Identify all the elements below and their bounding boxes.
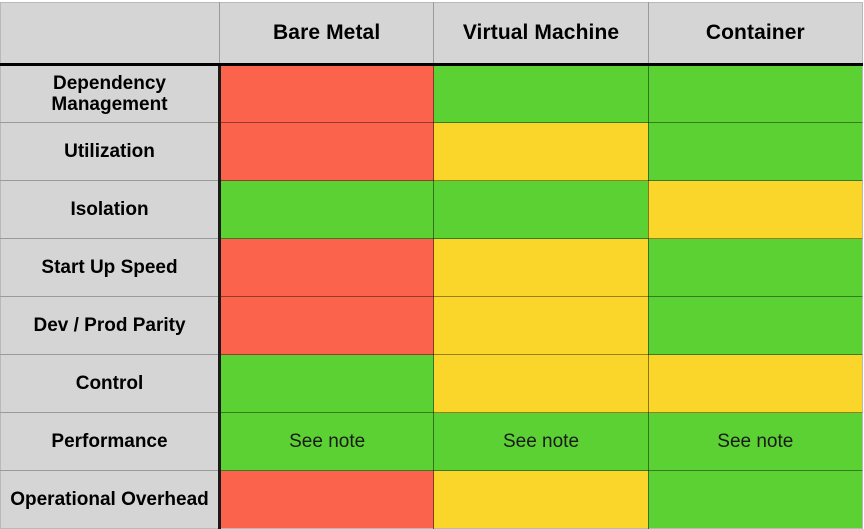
cell-isolation-container <box>648 180 863 239</box>
cell-dev-prod-parity-virtual-machine <box>433 296 649 355</box>
cell-utilization-bare-metal <box>219 122 435 181</box>
cell-control-virtual-machine <box>433 354 649 413</box>
cell-text: See note <box>289 430 366 452</box>
cell-start-up-speed-virtual-machine <box>433 238 649 297</box>
row-label-utilization: Utilization <box>0 122 221 181</box>
column-header-container: Container <box>648 2 863 66</box>
table-row: Isolation <box>0 180 863 239</box>
table-row: Dev / Prod Parity <box>0 296 863 355</box>
cell-performance-bare-metal: See note <box>219 412 435 471</box>
cell-dependency-management-virtual-machine <box>433 64 649 123</box>
cell-performance-container: See note <box>648 412 863 471</box>
table-row: Control <box>0 354 863 413</box>
cell-dependency-management-container <box>648 64 863 123</box>
table-row: Performance See note See note See note <box>0 412 863 471</box>
row-label-control: Control <box>0 354 221 413</box>
cell-dependency-management-bare-metal <box>219 64 435 123</box>
cell-operational-overhead-bare-metal <box>219 470 435 529</box>
comparison-table: Bare Metal Virtual Machine Container Dep… <box>0 2 863 529</box>
cell-operational-overhead-container <box>648 470 863 529</box>
column-header-virtual-machine: Virtual Machine <box>433 2 649 66</box>
row-label-operational-overhead: Operational Overhead <box>0 470 221 529</box>
cell-start-up-speed-bare-metal <box>219 238 435 297</box>
cell-performance-virtual-machine: See note <box>433 412 649 471</box>
table-row: Utilization <box>0 122 863 181</box>
comparison-matrix: Bare Metal Virtual Machine Container Dep… <box>0 2 863 529</box>
cell-control-container <box>648 354 863 413</box>
table-row: Dependency Management <box>0 64 863 123</box>
cell-utilization-container <box>648 122 863 181</box>
cell-start-up-speed-container <box>648 238 863 297</box>
table-row: Start Up Speed <box>0 238 863 297</box>
cell-text: See note <box>502 430 580 452</box>
cell-dev-prod-parity-bare-metal <box>219 296 435 355</box>
row-label-dev-prod-parity: Dev / Prod Parity <box>0 296 221 355</box>
column-header-bare-metal: Bare Metal <box>219 2 435 66</box>
row-label-isolation: Isolation <box>0 180 221 239</box>
cell-utilization-virtual-machine <box>433 122 649 181</box>
cell-isolation-bare-metal <box>219 180 435 239</box>
cell-text: See note <box>717 430 794 452</box>
row-label-start-up-speed: Start Up Speed <box>0 238 221 297</box>
cell-dev-prod-parity-container <box>648 296 863 355</box>
header-row: Bare Metal Virtual Machine Container <box>0 2 863 66</box>
table-body: Dependency Management Utilization Isolatio… <box>0 64 863 529</box>
row-label-performance: Performance <box>0 412 221 471</box>
table-row: Operational Overhead <box>0 470 863 529</box>
table-corner-cell <box>0 2 220 66</box>
table-header: Bare Metal Virtual Machine Container <box>0 2 863 66</box>
cell-isolation-virtual-machine <box>433 180 649 239</box>
cell-control-bare-metal <box>219 354 435 413</box>
row-label-dependency-management: Dependency Management <box>0 64 221 123</box>
cell-operational-overhead-virtual-machine <box>433 470 649 529</box>
